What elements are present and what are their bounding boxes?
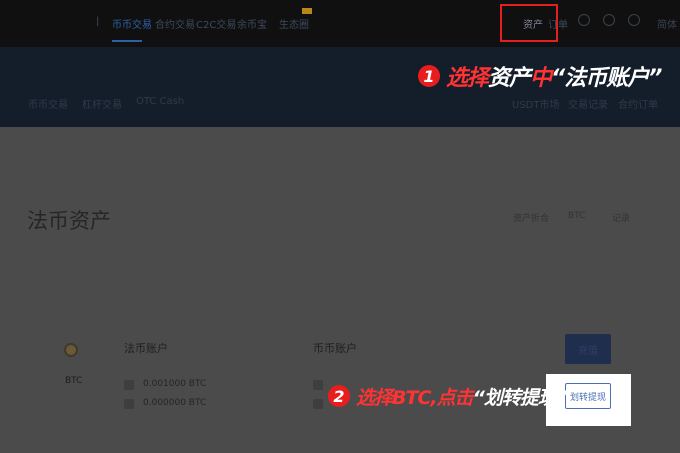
subnav-item-margin[interactable]: 杠杆交易 xyxy=(82,96,122,111)
annotation-1-red-text: 选择 xyxy=(446,66,489,91)
subnav-item-records[interactable]: 交易记录 xyxy=(568,96,608,111)
top-navigation-bar: | 币币交易 合约交易 C2C交易 余币宝 生态圈 资产 订单 简体 xyxy=(0,0,680,47)
coin-account-available-icon xyxy=(313,380,323,390)
download-icon[interactable] xyxy=(628,14,640,26)
transfer-withdraw-button[interactable]: 划转提现 xyxy=(565,383,611,409)
annotation-1-quoted-text: “法币账户” xyxy=(551,66,662,91)
coin-account-frozen-icon xyxy=(313,399,323,409)
available-balance: 0.001000 BTC xyxy=(143,379,207,389)
user-icon[interactable] xyxy=(578,14,590,26)
fiat-account-header: 法币账户 xyxy=(124,342,168,355)
nav-orders[interactable]: 订单 xyxy=(548,16,568,31)
hot-badge xyxy=(302,8,312,14)
nav-item-savings[interactable]: 余币宝 xyxy=(237,16,267,31)
available-balance-icon xyxy=(124,380,134,390)
nav-item-spot[interactable]: 币币交易 xyxy=(112,16,152,31)
annotation-step-1: 1 选择资产中“法币账户” xyxy=(418,61,662,91)
notification-icon[interactable] xyxy=(603,14,615,26)
page-title: 法币资产 xyxy=(27,209,111,233)
frozen-balance-icon xyxy=(124,399,134,409)
active-tab-indicator xyxy=(112,40,142,42)
annotation-2-quoted-text: “划转提现” xyxy=(472,386,568,409)
nav-item-futures[interactable]: 合约交易 xyxy=(155,16,195,31)
coin-name: BTC xyxy=(65,376,83,386)
annotation-1-red-text-2: 中 xyxy=(530,66,552,91)
nav-item-c2c[interactable]: C2C交易 xyxy=(196,16,236,31)
valuation-unit-select[interactable]: BTC xyxy=(568,211,585,221)
step-1-badge: 1 xyxy=(418,65,440,87)
nav-assets[interactable]: 资产 xyxy=(523,16,543,31)
nav-separator: | xyxy=(96,16,100,27)
subnav-item-contract-orders[interactable]: 合约订单 xyxy=(618,96,658,111)
btc-coin-icon xyxy=(64,343,78,357)
annotation-2-red-text: 选择BTC,点击 xyxy=(356,386,474,409)
asset-valuation-label: 资产折合 xyxy=(513,214,550,224)
step-2-badge: 2 xyxy=(328,385,350,407)
nav-item-ecosystem[interactable]: 生态圈 xyxy=(279,16,309,31)
subnav-item-spot[interactable]: 币币交易 xyxy=(28,96,68,111)
subnav-item-otc[interactable]: OTC Cash xyxy=(136,96,184,107)
frozen-balance: 0.000000 BTC xyxy=(143,398,207,408)
annotation-1-white-text: 资产 xyxy=(488,66,531,91)
deposit-button[interactable]: 充值 xyxy=(565,334,611,364)
subnav-item-usdt-market[interactable]: USDT市场 xyxy=(512,96,559,111)
annotation-step-2: 2 选择BTC,点击“划转提现” xyxy=(328,381,568,411)
language-switch[interactable]: 简体 xyxy=(657,16,677,31)
coin-account-header: 币币账户 xyxy=(313,342,357,355)
records-link[interactable]: 记录 xyxy=(612,211,630,224)
